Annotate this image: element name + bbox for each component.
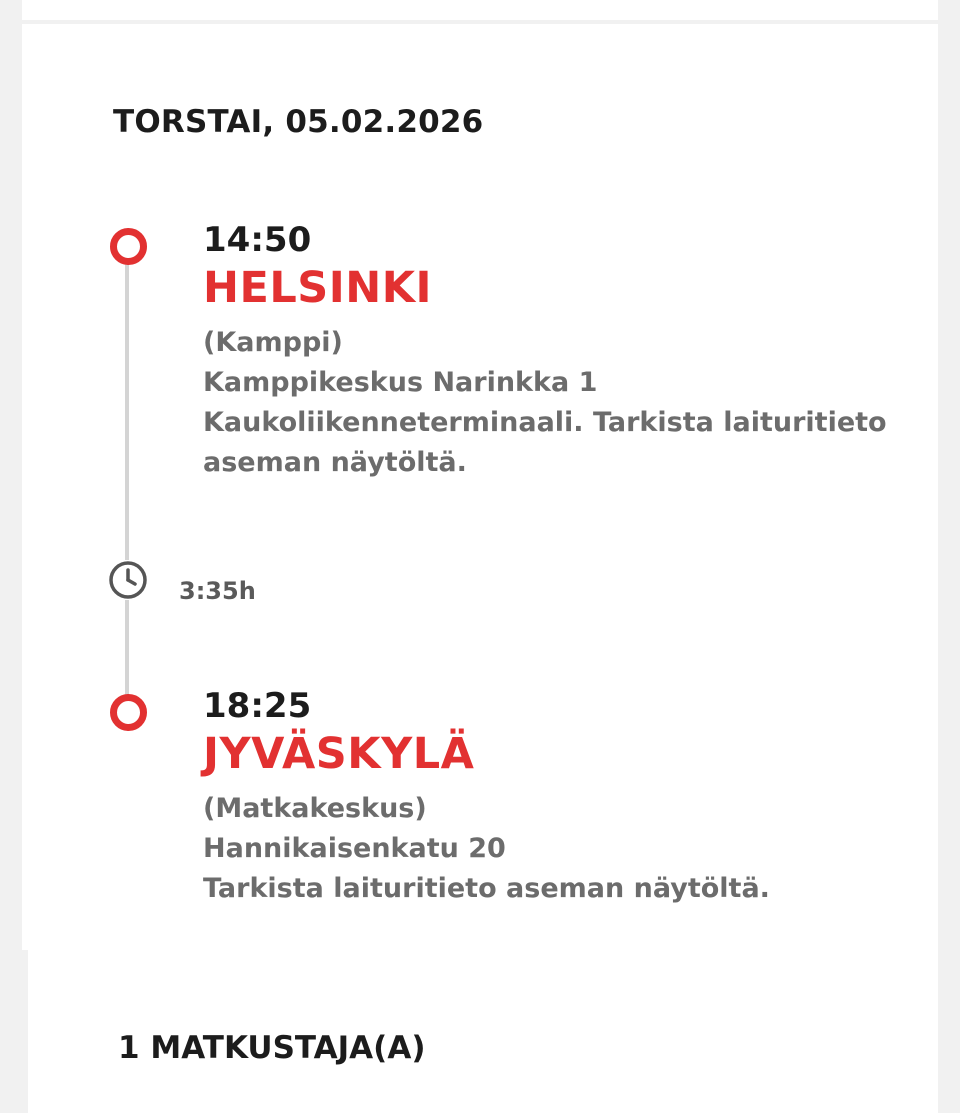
departure-time: 14:50: [203, 220, 312, 260]
arrival-note-line1: Tarkista laituritieto aseman näytöltä.: [203, 873, 770, 904]
departure-marker-icon: [110, 228, 147, 265]
passengers-heading: 1 MATKUSTAJA(A): [118, 1030, 426, 1066]
clock-icon: [108, 560, 148, 600]
arrival-address: Hannikaisenkatu 20: [203, 833, 506, 864]
departure-note-line2: aseman näytöltä.: [203, 447, 467, 478]
trip-date-heading: TORSTAI, 05.02.2026: [113, 104, 484, 140]
screen: TORSTAI, 05.02.2026 14:50 HELSINKI (Kamp…: [0, 0, 960, 1113]
arrival-city: JYVÄSKYLÄ: [203, 729, 475, 779]
departure-note-line1: Kaukoliikenneterminaali. Tarkista laitur…: [203, 407, 887, 438]
departure-city: HELSINKI: [203, 263, 433, 313]
arrival-marker-icon: [110, 694, 147, 731]
departure-stop: 14:50 HELSINKI (Kamppi) Kamppikeskus Nar…: [203, 219, 887, 483]
trip-duration: 3:35h: [179, 577, 256, 605]
departure-address: Kamppikeskus Narinkka 1: [203, 367, 598, 398]
departure-details: (Kamppi) Kamppikeskus Narinkka 1 Kaukoli…: [203, 323, 887, 483]
arrival-station: (Matkakeskus): [203, 793, 427, 824]
timeline-line: [125, 258, 129, 702]
arrival-details: (Matkakeskus) Hannikaisenkatu 20 Tarkist…: [203, 789, 883, 909]
arrival-stop: 18:25 JYVÄSKYLÄ (Matkakeskus) Hannikaise…: [203, 685, 883, 909]
arrival-time: 18:25: [203, 686, 312, 726]
previous-card-bottom: [22, 0, 938, 20]
departure-station: (Kamppi): [203, 327, 343, 358]
